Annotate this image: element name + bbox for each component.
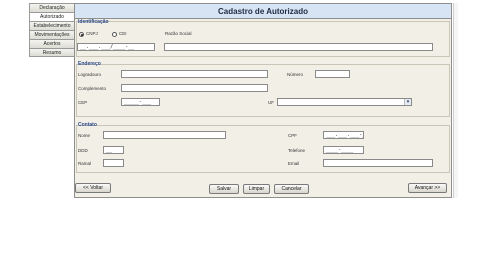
nav-tab-autorizado[interactable]: Autorizado	[29, 12, 75, 21]
ddd-input[interactable]: __	[103, 146, 124, 154]
telefone-label: Telefone	[288, 148, 306, 153]
nome-input[interactable]	[103, 131, 226, 139]
cnpj-input[interactable]: __.___.___/____-__	[77, 43, 155, 51]
cancelar-button[interactable]: Cancelar	[274, 184, 309, 194]
razao-social-input[interactable]	[164, 43, 433, 51]
vertical-scrollbar[interactable]	[453, 3, 458, 198]
nav-tab-estabelecimento[interactable]: Estabelecimento	[29, 21, 75, 30]
uf-select[interactable]: ▾	[277, 98, 412, 106]
cei-label: CEI	[119, 31, 127, 36]
ramal-label: Ramal	[78, 161, 92, 166]
voltar-button[interactable]: << Voltar	[75, 183, 111, 193]
limpar-button[interactable]: Limpar	[243, 184, 270, 194]
side-nav: Declaração Autorizado Estabelecimento Mo…	[29, 3, 75, 57]
logradouro-label: Logradouro	[78, 72, 102, 77]
cpf-input[interactable]: ___.___.___-__	[323, 131, 364, 139]
contato-title: Contato	[78, 122, 97, 128]
logradouro-input[interactable]	[121, 70, 268, 78]
avancar-button[interactable]: Avançar >>	[408, 183, 447, 193]
cpf-label: CPF	[288, 133, 297, 138]
razao-social-label: Razão Social	[165, 31, 192, 36]
ddd-label: DDD	[78, 148, 88, 153]
salvar-button[interactable]: Salvar	[209, 184, 239, 194]
complemento-label: Complemento	[78, 86, 107, 91]
numero-input[interactable]	[315, 70, 350, 78]
cnpj-radio[interactable]	[79, 32, 84, 37]
cei-radio[interactable]	[112, 32, 117, 37]
complemento-input[interactable]	[121, 84, 268, 92]
page-title: Cadastro de Autorizado	[74, 3, 452, 19]
email-label: Email	[288, 161, 300, 166]
cnpj-label: CNPJ	[86, 31, 98, 36]
uf-label: UF	[268, 100, 274, 105]
ramal-input[interactable]	[103, 159, 124, 167]
telefone-input[interactable]: ____-____	[323, 146, 364, 154]
nav-tab-declaracao[interactable]: Declaração	[29, 3, 75, 12]
nome-label: Nome	[78, 133, 91, 138]
chevron-down-icon[interactable]: ▾	[404, 99, 411, 105]
cep-input[interactable]: _____-___	[121, 98, 160, 106]
nav-tab-acertos[interactable]: Acertos	[29, 39, 75, 48]
cep-label: CEP	[78, 100, 88, 105]
identificacao-group	[76, 21, 450, 57]
nav-tab-resumo[interactable]: Resumo	[29, 48, 75, 57]
numero-label: Número	[287, 72, 304, 77]
nav-tab-movimentacoes[interactable]: Movimentações	[29, 30, 75, 39]
endereco-title: Endereço	[78, 61, 101, 67]
identificacao-title: Identificação	[78, 19, 109, 25]
email-input[interactable]	[323, 159, 433, 167]
